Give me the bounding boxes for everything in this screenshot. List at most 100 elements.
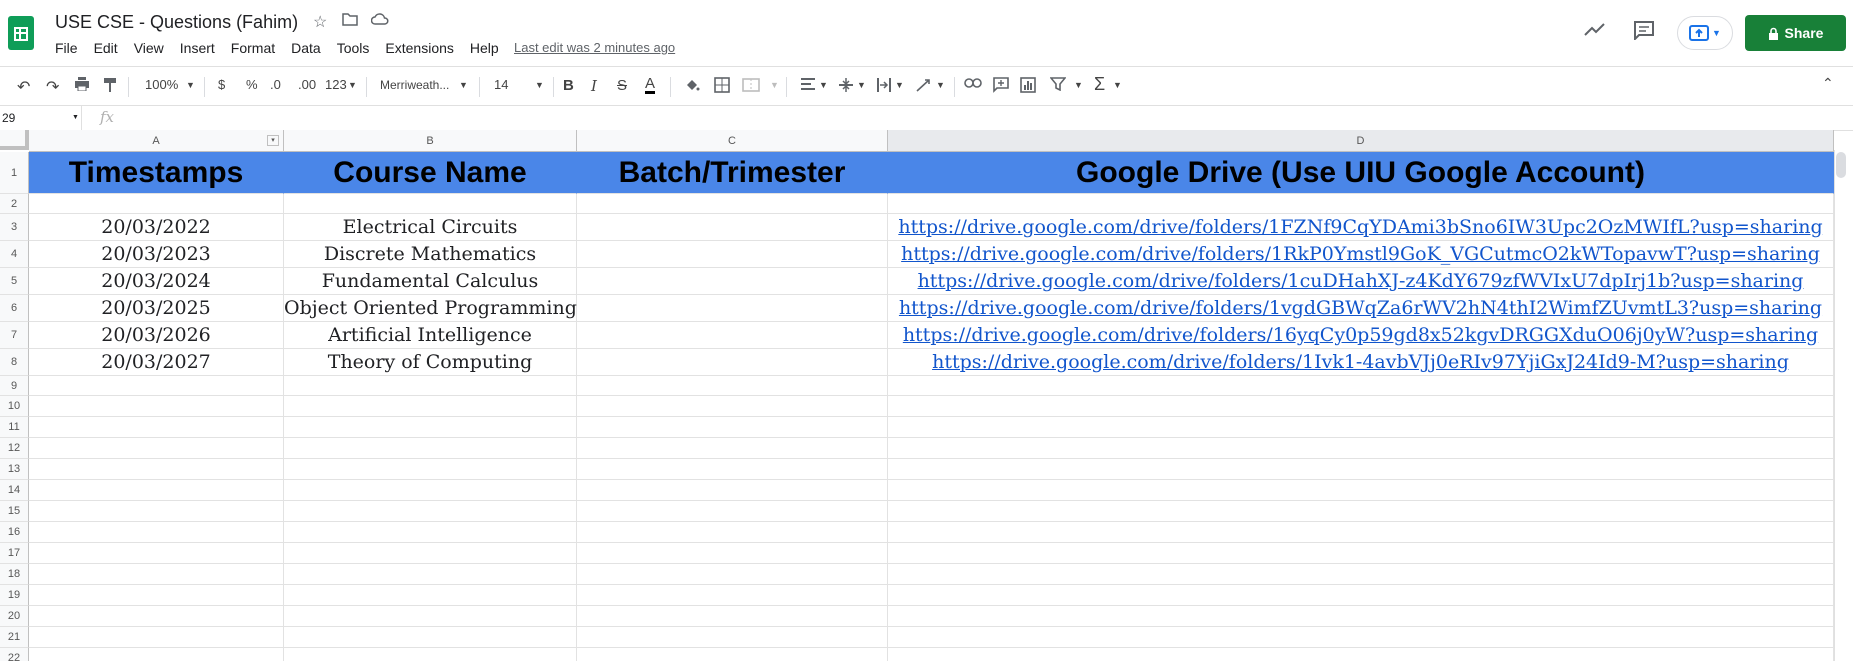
empty-cell[interactable]: [29, 564, 284, 585]
chevron-down-icon[interactable]: ▼: [459, 80, 468, 90]
timestamp-cell[interactable]: 20/03/2023: [29, 241, 284, 268]
share-button[interactable]: Share: [1745, 15, 1846, 51]
zoom-select[interactable]: 100%: [145, 77, 178, 92]
empty-cell[interactable]: [284, 376, 577, 396]
empty-cell[interactable]: [29, 648, 284, 661]
header-cell[interactable]: Timestamps: [29, 152, 284, 194]
drive-link-cell[interactable]: https://drive.google.com/drive/folders/1…: [888, 349, 1834, 376]
empty-cell[interactable]: [29, 194, 284, 214]
empty-cell[interactable]: [888, 480, 1834, 501]
menu-help[interactable]: Help: [470, 40, 507, 56]
empty-cell[interactable]: [888, 606, 1834, 627]
empty-cell[interactable]: [29, 501, 284, 522]
empty-cell[interactable]: [284, 627, 577, 648]
row-header[interactable]: 10: [0, 396, 29, 417]
empty-cell[interactable]: [284, 194, 577, 214]
empty-cell[interactable]: [29, 585, 284, 606]
timestamp-cell[interactable]: 20/03/2022: [29, 214, 284, 241]
menu-view[interactable]: View: [134, 40, 172, 56]
text-rotation-icon[interactable]: [915, 77, 933, 96]
row-header[interactable]: 5: [0, 268, 29, 295]
borders-icon[interactable]: [714, 77, 730, 96]
empty-cell[interactable]: [284, 648, 577, 661]
empty-cell[interactable]: [29, 627, 284, 648]
column-header-b[interactable]: B: [284, 130, 577, 152]
chevron-down-icon[interactable]: ▼: [1113, 80, 1122, 90]
empty-cell[interactable]: [577, 376, 888, 396]
empty-cell[interactable]: [284, 396, 577, 417]
column-header-a[interactable]: A ▾: [29, 130, 284, 152]
chevron-down-icon[interactable]: ▼: [857, 80, 866, 90]
empty-cell[interactable]: [29, 606, 284, 627]
empty-cell[interactable]: [284, 564, 577, 585]
vertical-scrollbar[interactable]: [1836, 152, 1846, 178]
column-filter-icon[interactable]: ▾: [267, 135, 279, 146]
empty-cell[interactable]: [284, 522, 577, 543]
undo-icon[interactable]: ↶: [17, 77, 30, 97]
insert-comment-icon[interactable]: [993, 77, 1009, 96]
empty-cell[interactable]: [577, 459, 888, 480]
increase-decimal-button[interactable]: .00: [298, 77, 316, 92]
row-header[interactable]: 19: [0, 585, 29, 606]
italic-icon[interactable]: I: [591, 77, 597, 95]
row-header[interactable]: 1: [0, 152, 29, 194]
empty-cell[interactable]: [888, 459, 1834, 480]
drive-link-cell[interactable]: https://drive.google.com/drive/folders/1…: [888, 241, 1834, 268]
empty-cell[interactable]: [29, 543, 284, 564]
chevron-down-icon[interactable]: ▼: [819, 80, 828, 90]
empty-cell[interactable]: [29, 396, 284, 417]
empty-cell[interactable]: [577, 438, 888, 459]
empty-cell[interactable]: [888, 648, 1834, 661]
chevron-down-icon[interactable]: ▼: [348, 80, 357, 90]
empty-cell[interactable]: [577, 480, 888, 501]
menu-insert[interactable]: Insert: [180, 40, 223, 56]
column-header-c[interactable]: C: [577, 130, 888, 152]
empty-cell[interactable]: [29, 522, 284, 543]
collapse-toolbar-icon[interactable]: ⌃: [1822, 75, 1834, 92]
empty-cell[interactable]: [577, 194, 888, 214]
strikethrough-icon[interactable]: S: [617, 77, 627, 94]
empty-cell[interactable]: [888, 501, 1834, 522]
chevron-down-icon[interactable]: ▼: [895, 80, 904, 90]
fill-color-icon[interactable]: [684, 77, 700, 96]
print-icon[interactable]: [74, 77, 90, 94]
empty-cell[interactable]: [888, 522, 1834, 543]
row-header[interactable]: 8: [0, 349, 29, 376]
row-header[interactable]: 12: [0, 438, 29, 459]
last-edit-link[interactable]: Last edit was 2 minutes ago: [514, 40, 675, 55]
empty-cell[interactable]: [577, 522, 888, 543]
course-name-cell[interactable]: Discrete Mathematics: [284, 241, 577, 268]
menu-extensions[interactable]: Extensions: [385, 40, 461, 56]
empty-cell[interactable]: [888, 417, 1834, 438]
select-all-corner[interactable]: [0, 130, 29, 150]
empty-cell[interactable]: [577, 648, 888, 661]
empty-cell[interactable]: [888, 376, 1834, 396]
filter-icon[interactable]: [1049, 77, 1067, 94]
present-button[interactable]: ▼: [1677, 16, 1733, 50]
bold-icon[interactable]: B: [563, 77, 574, 94]
chevron-down-icon[interactable]: ▼: [936, 80, 945, 90]
empty-cell[interactable]: [577, 606, 888, 627]
drive-link-cell[interactable]: https://drive.google.com/drive/folders/1…: [888, 268, 1834, 295]
cloud-saved-icon[interactable]: [370, 12, 389, 31]
row-header[interactable]: 14: [0, 480, 29, 501]
batch-cell[interactable]: [577, 295, 888, 322]
empty-cell[interactable]: [284, 417, 577, 438]
empty-cell[interactable]: [284, 438, 577, 459]
timestamp-cell[interactable]: 20/03/2024: [29, 268, 284, 295]
menu-format[interactable]: Format: [231, 40, 283, 56]
batch-cell[interactable]: [577, 214, 888, 241]
row-header[interactable]: 2: [0, 194, 29, 214]
timestamp-cell[interactable]: 20/03/2025: [29, 295, 284, 322]
empty-cell[interactable]: [29, 480, 284, 501]
header-cell[interactable]: Course Name: [284, 152, 577, 194]
empty-cell[interactable]: [284, 543, 577, 564]
row-header[interactable]: 20: [0, 606, 29, 627]
insert-chart-icon[interactable]: [1020, 77, 1036, 96]
name-box[interactable]: 29 ▼: [0, 106, 82, 130]
chevron-down-icon[interactable]: ▼: [535, 80, 544, 90]
row-header[interactable]: 4: [0, 241, 29, 268]
empty-cell[interactable]: [284, 480, 577, 501]
empty-cell[interactable]: [577, 396, 888, 417]
empty-cell[interactable]: [577, 417, 888, 438]
